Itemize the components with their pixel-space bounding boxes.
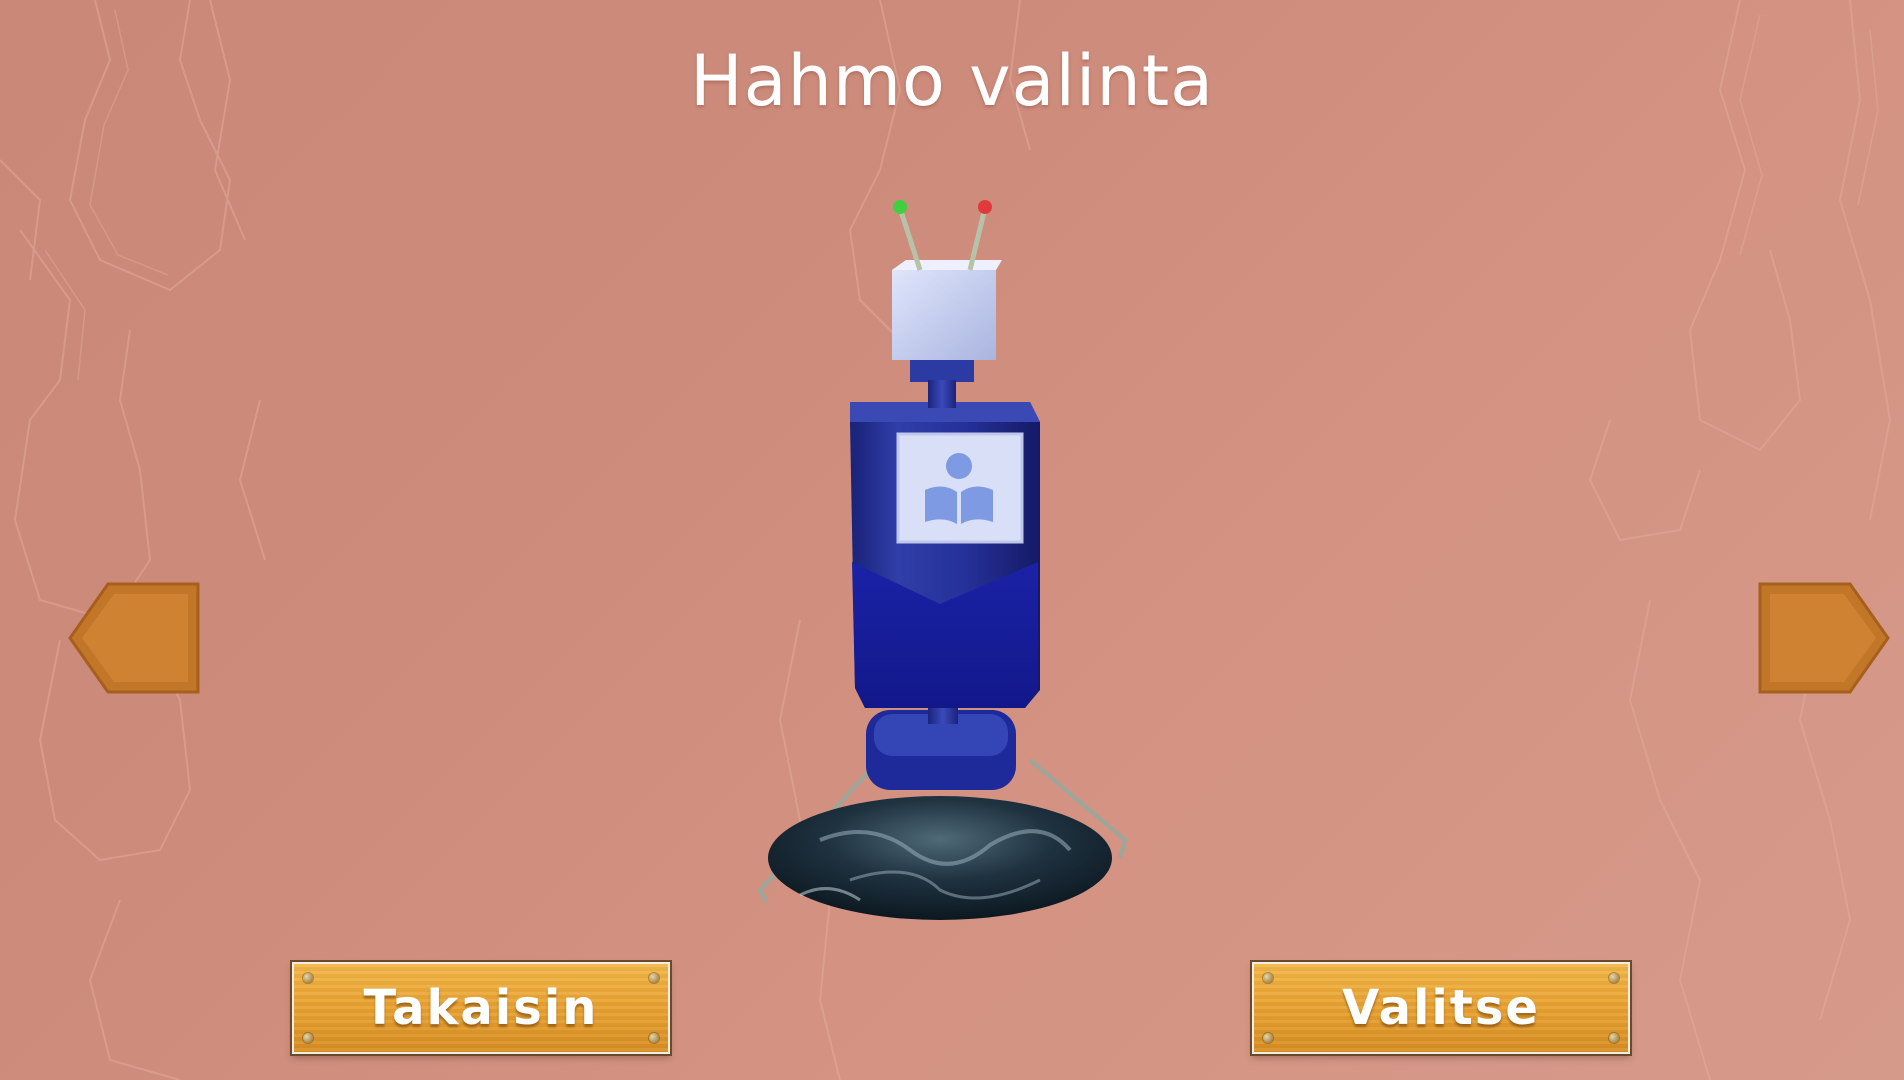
arrow-right-icon[interactable] — [1754, 580, 1892, 696]
select-button-label: Valitse — [1342, 980, 1540, 1036]
select-button[interactable]: Valitse — [1252, 962, 1630, 1054]
page-title: Hahmo valinta — [689, 40, 1215, 122]
back-button-label: Takaisin — [363, 980, 599, 1036]
arrow-left-icon[interactable] — [66, 580, 204, 696]
robot-character-icon — [757, 200, 1128, 920]
back-button[interactable]: Takaisin — [292, 962, 670, 1054]
